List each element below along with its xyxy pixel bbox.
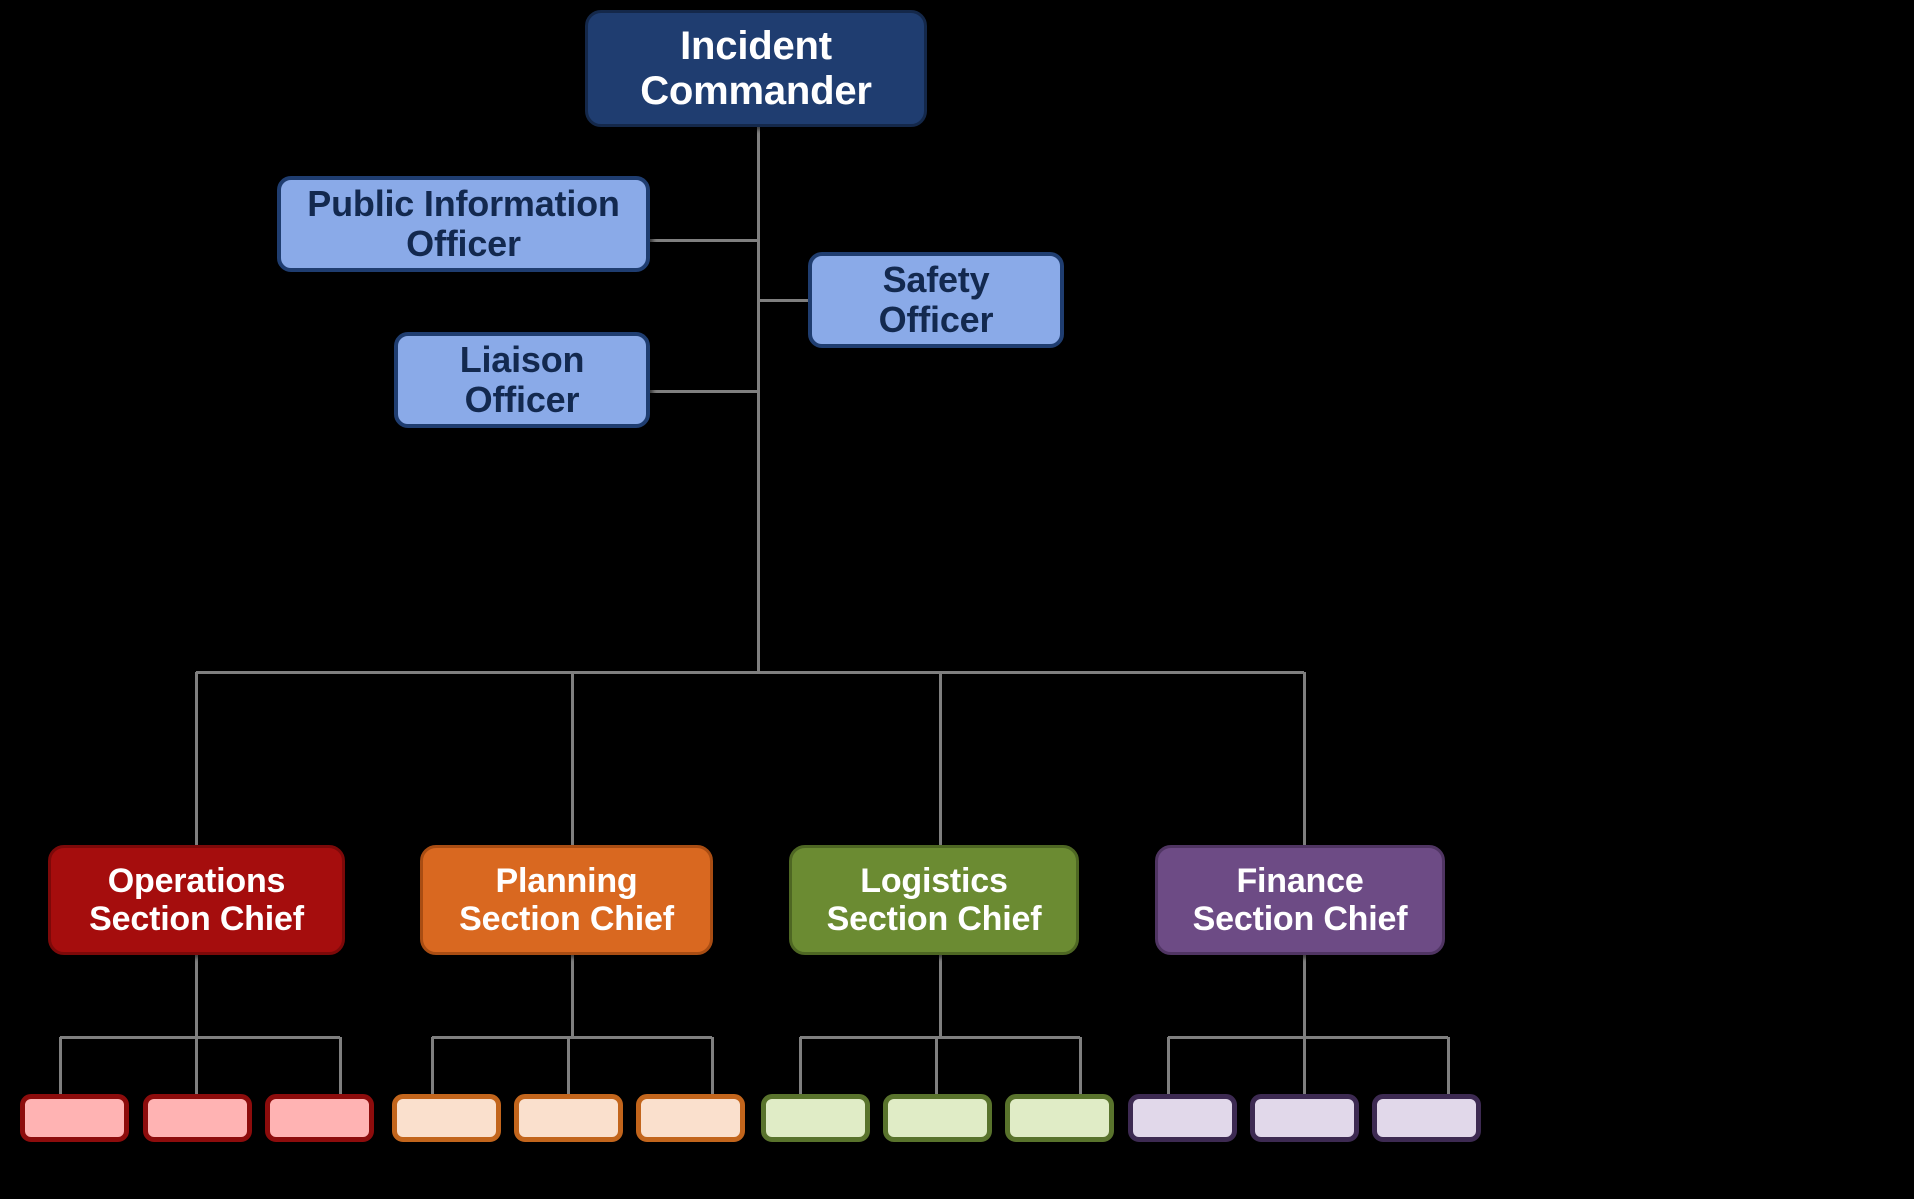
- connector-logistics-section-chief-unit-bar: [800, 1036, 1080, 1039]
- public-information-officer-node[interactable]: Public Information Officer: [277, 176, 650, 272]
- finance-unit-2-node[interactable]: [1250, 1094, 1359, 1142]
- connector-finance-section-chief-stem: [1303, 955, 1306, 1037]
- finance-unit-3-node[interactable]: [1372, 1094, 1481, 1142]
- connector-operations-section-chief-unit-drop-2: [195, 1037, 198, 1094]
- connector-planning-section-chief-unit-drop-1: [431, 1037, 434, 1094]
- planning-section-chief-node[interactable]: Planning Section Chief: [420, 845, 713, 955]
- planning-unit-3-node[interactable]: [636, 1094, 745, 1142]
- connector-logistics-section-chief-unit-drop-2: [935, 1037, 938, 1094]
- connector-section-drop-2: [571, 672, 574, 845]
- connector-planning-section-chief-stem: [571, 955, 574, 1037]
- connector-operations-section-chief-unit-drop-1: [59, 1037, 62, 1094]
- planning-unit-2-node[interactable]: [514, 1094, 623, 1142]
- connector-finance-section-chief-unit-drop-2: [1303, 1037, 1306, 1094]
- connector-planning-section-chief-unit-drop-3: [711, 1037, 714, 1094]
- connector-command-spine: [757, 127, 760, 672]
- connector-logistics-section-chief-unit-drop-3: [1079, 1037, 1082, 1094]
- connector-logistics-section-chief-stem: [939, 955, 942, 1037]
- connector-section-drop-1: [195, 672, 198, 845]
- org-chart-canvas: Incident Commander Public Information Off…: [0, 0, 1914, 1199]
- liaison-officer-node[interactable]: Liaison Officer: [394, 332, 650, 428]
- connector-section-drop-4: [1303, 672, 1306, 845]
- logistics-unit-1-node[interactable]: [761, 1094, 870, 1142]
- connector-section-bar: [196, 671, 1304, 674]
- operations-section-chief-node[interactable]: Operations Section Chief: [48, 845, 345, 955]
- finance-section-chief-node[interactable]: Finance Section Chief: [1155, 845, 1445, 955]
- operations-unit-2-node[interactable]: [143, 1094, 252, 1142]
- connector-finance-section-chief-unit-bar: [1168, 1036, 1448, 1039]
- connector-to-safety-officer: [758, 299, 808, 302]
- logistics-unit-2-node[interactable]: [883, 1094, 992, 1142]
- safety-officer-node[interactable]: Safety Officer: [808, 252, 1064, 348]
- connector-planning-section-chief-unit-drop-2: [567, 1037, 570, 1094]
- incident-commander-node[interactable]: Incident Commander: [585, 10, 927, 127]
- logistics-unit-3-node[interactable]: [1005, 1094, 1114, 1142]
- connector-operations-section-chief-unit-drop-3: [339, 1037, 342, 1094]
- connector-operations-section-chief-stem: [195, 955, 198, 1037]
- connector-to-liaison-officer: [650, 390, 758, 393]
- connector-section-drop-3: [939, 672, 942, 845]
- operations-unit-1-node[interactable]: [20, 1094, 129, 1142]
- planning-unit-1-node[interactable]: [392, 1094, 501, 1142]
- connector-logistics-section-chief-unit-drop-1: [799, 1037, 802, 1094]
- logistics-section-chief-node[interactable]: Logistics Section Chief: [789, 845, 1079, 955]
- connector-planning-section-chief-unit-bar: [432, 1036, 712, 1039]
- connector-operations-section-chief-unit-bar: [60, 1036, 340, 1039]
- finance-unit-1-node[interactable]: [1128, 1094, 1237, 1142]
- connector-to-public-information-officer: [650, 239, 758, 242]
- connector-finance-section-chief-unit-drop-3: [1447, 1037, 1450, 1094]
- connector-finance-section-chief-unit-drop-1: [1167, 1037, 1170, 1094]
- operations-unit-3-node[interactable]: [265, 1094, 374, 1142]
